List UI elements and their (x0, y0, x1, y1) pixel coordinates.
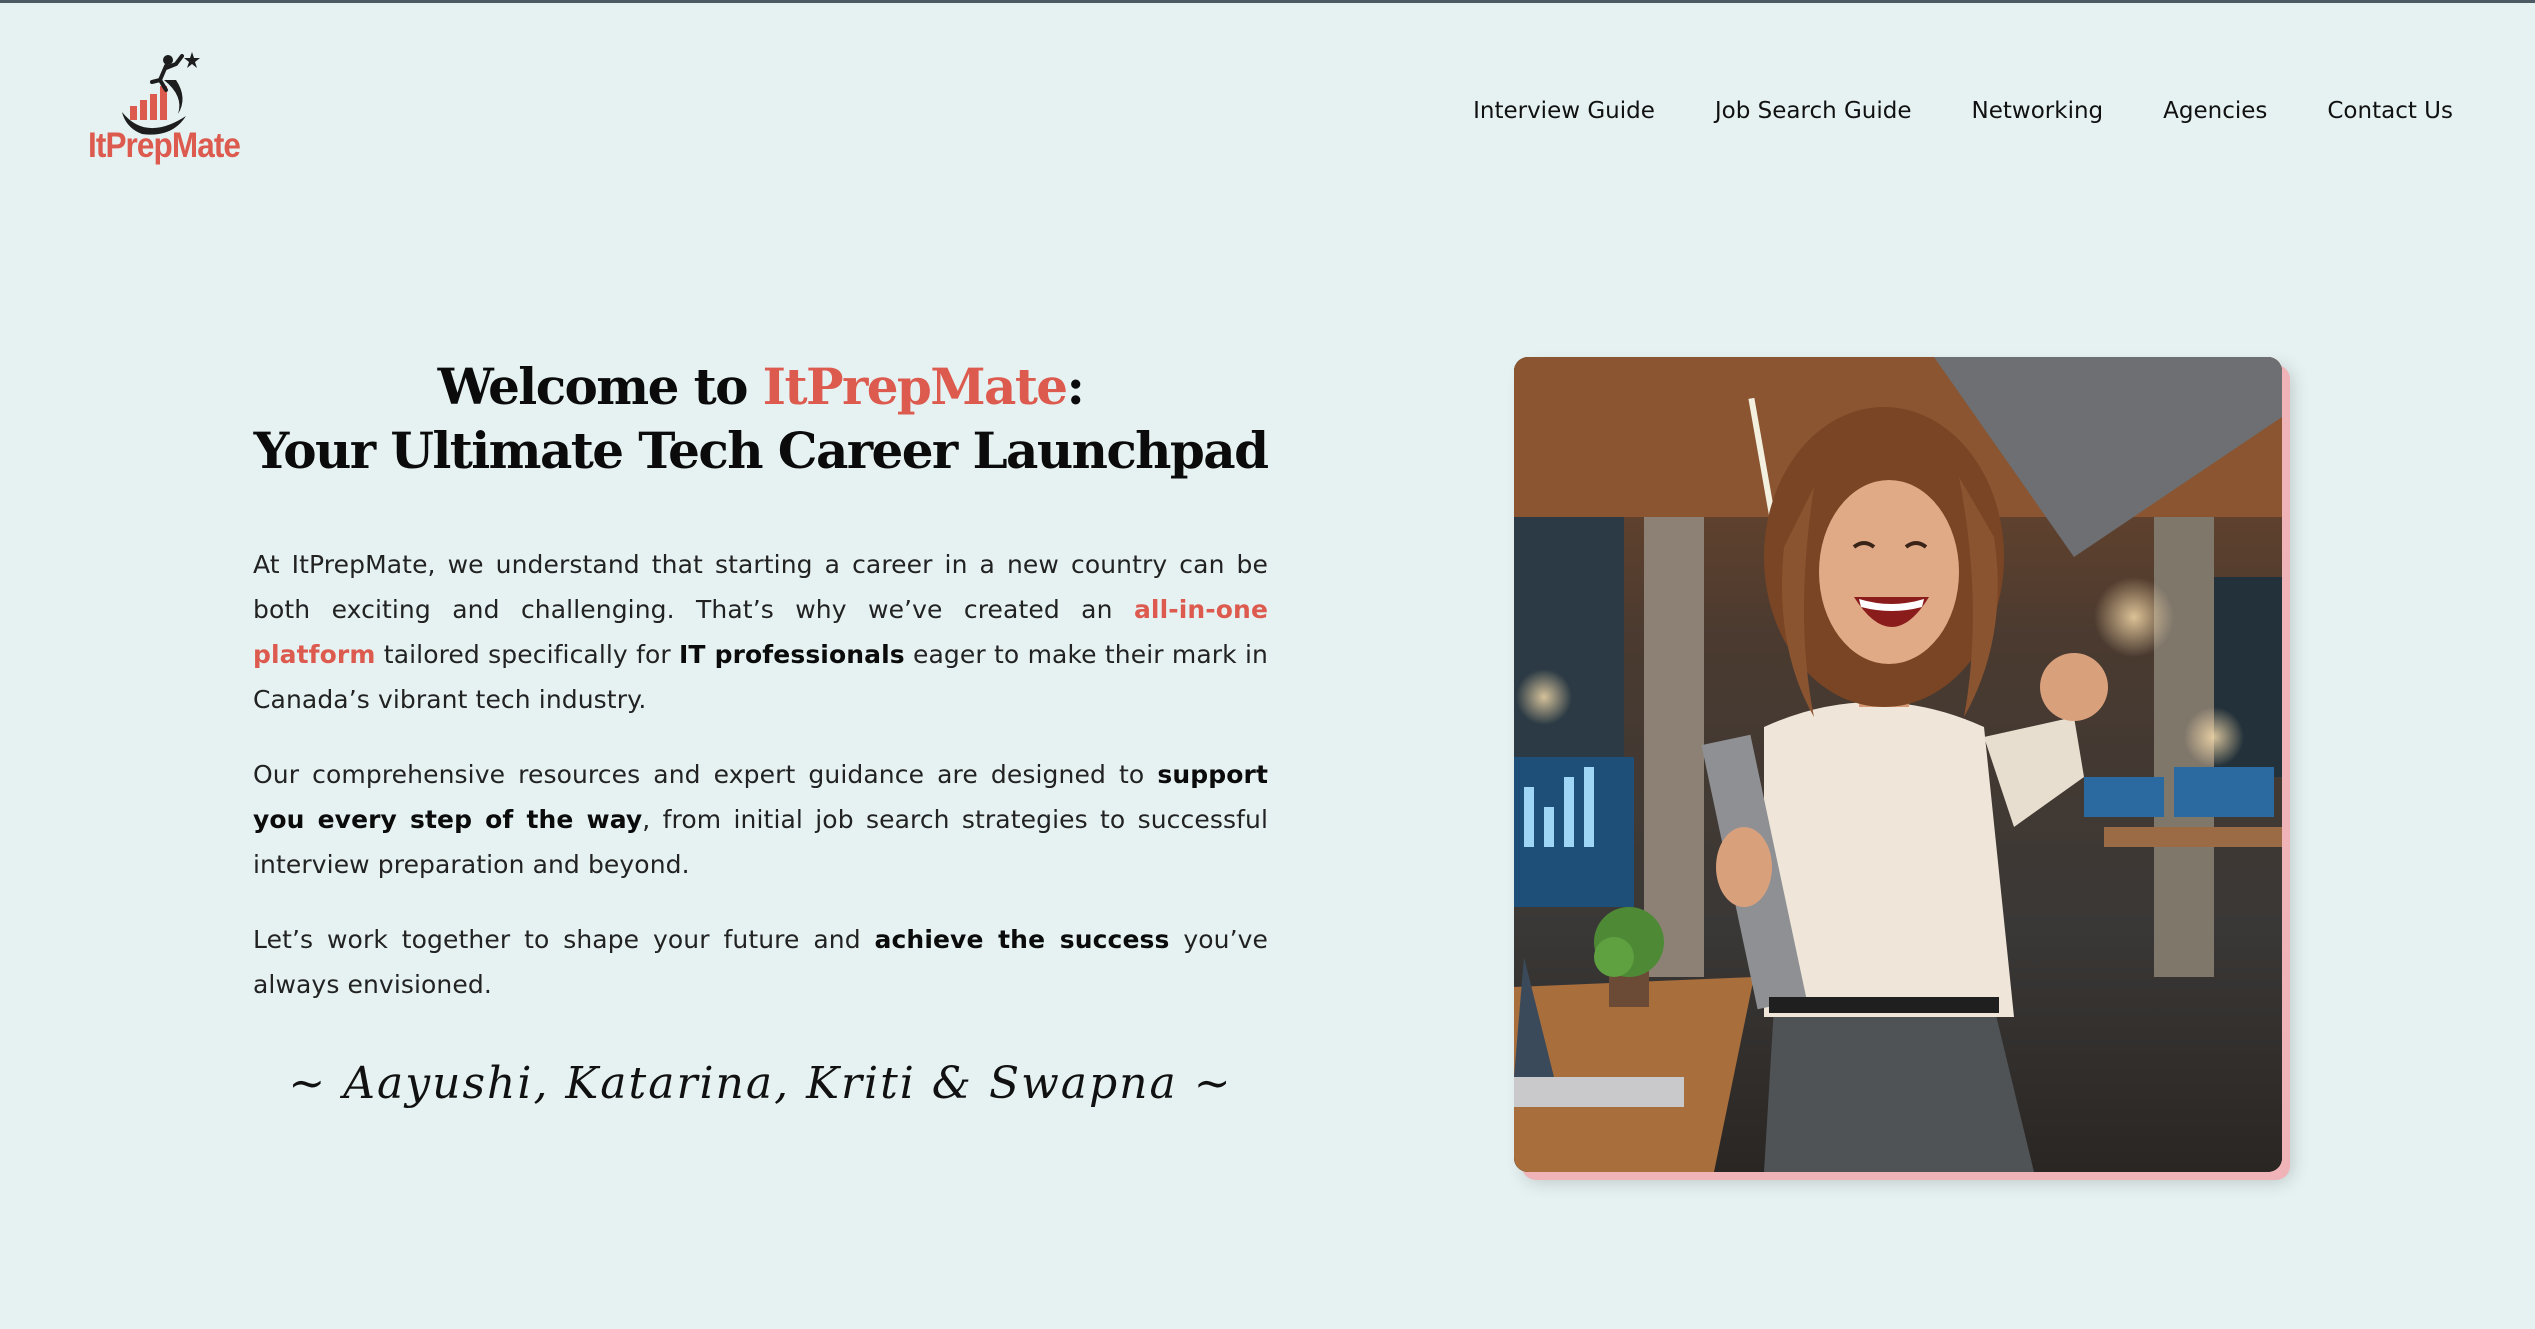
celebrating-woman-office-photo (1514, 357, 2282, 1172)
logo-wordmark: ItPrepMate (88, 126, 241, 165)
intro-text: At ItPrepMate, we understand that starti… (253, 542, 1268, 1037)
nav-interview-guide[interactable]: Interview Guide (1473, 98, 1655, 124)
nav-job-search-guide[interactable]: Job Search Guide (1715, 98, 1912, 124)
title-prefix: Welcome to (437, 357, 763, 416)
p3-text-1: Let’s work together to shape your future… (253, 925, 875, 954)
nav-contact-us[interactable]: Contact Us (2327, 98, 2453, 124)
main-nav: Interview Guide Job Search Guide Network… (1473, 98, 2453, 124)
hero-title: Welcome to ItPrepMate: Your Ultimate Tec… (253, 355, 1269, 483)
p2-text-1: Our comprehensive resources and expert g… (253, 760, 1158, 789)
site-logo[interactable]: ItPrepMate (88, 50, 248, 180)
nav-networking[interactable]: Networking (1972, 98, 2104, 124)
p1-text-1: At ItPrepMate, we understand that starti… (253, 550, 1268, 624)
title-colon: : (1066, 357, 1085, 416)
nav-agencies[interactable]: Agencies (2163, 98, 2267, 124)
p1-bold: IT professionals (679, 640, 905, 669)
intro-paragraph-1: At ItPrepMate, we understand that starti… (253, 542, 1268, 722)
intro-paragraph-3: Let’s work together to shape your future… (253, 917, 1268, 1007)
p3-bold: achieve the success (874, 925, 1170, 954)
title-line2: Your Ultimate Tech Career Launchpad (253, 421, 1269, 480)
climber-chart-star-icon (122, 52, 200, 135)
title-brand: ItPrepMate (762, 357, 1068, 416)
hero-photo (1514, 357, 2282, 1172)
team-signature: ~ Aayushi, Katarina, Kriti & Swapna ~ (288, 1058, 1233, 1109)
intro-paragraph-2: Our comprehensive resources and expert g… (253, 752, 1268, 887)
p1-text-2: tailored specifically for (375, 640, 680, 669)
top-border (0, 0, 2535, 3)
